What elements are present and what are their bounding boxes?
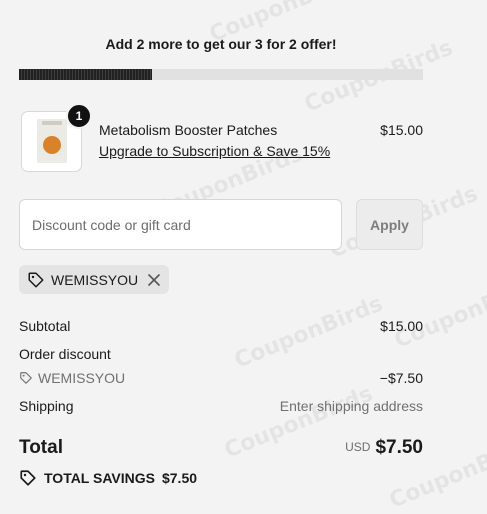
product-name: Metabolism Booster Patches [99, 122, 278, 138]
total-savings-value: $7.50 [161, 470, 198, 486]
total-amount: $7.50 [375, 437, 423, 458]
order-discount-value: −$7.50 [379, 370, 423, 386]
order-discount-code-text: WEMISSYOU [38, 370, 126, 386]
subtotal-value: $15.00 [380, 318, 423, 334]
order-discount-label: Order discount [19, 346, 111, 362]
applied-discount-code: WEMISSYOU [51, 271, 139, 288]
apply-button[interactable]: Apply [356, 199, 423, 250]
quantity-badge: 1 [66, 103, 92, 129]
offer-banner: Add 2 more to get our 3 for 2 offer! [105, 36, 337, 52]
currency-code: USD [345, 440, 371, 454]
shipping-value: Enter shipping address [279, 398, 423, 414]
watermark: CouponBirds [391, 271, 487, 354]
total-label: Total [19, 437, 63, 458]
tag-icon [19, 371, 33, 385]
order-discount-row: WEMISSYOU −$7.50 [19, 370, 423, 386]
total-row: Total USD $7.50 [19, 437, 423, 459]
total-savings-row: TOTAL SAVINGS $7.50 [19, 469, 423, 487]
discount-code-input[interactable] [19, 199, 342, 250]
shipping-label: Shipping [19, 398, 74, 414]
applied-discount-chip: WEMISSYOU [19, 265, 170, 294]
subtotal-row: Subtotal $15.00 [19, 318, 423, 334]
product-price: $15.00 [380, 122, 423, 138]
offer-progress-bar [19, 69, 423, 80]
remove-discount-close-icon[interactable] [148, 273, 160, 286]
offer-progress-fill [19, 69, 153, 80]
patch-pack-image [37, 119, 67, 163]
savings-tag-icon [19, 469, 37, 487]
order-discount-code: WEMISSYOU [19, 370, 423, 386]
shipping-row: Shipping Enter shipping address [19, 398, 423, 414]
total-savings-label: TOTAL SAVINGS [44, 470, 155, 486]
subtotal-label: Subtotal [19, 318, 71, 334]
tag-icon [27, 271, 45, 289]
upgrade-subscription-link[interactable]: Upgrade to Subscription & Save 15% [99, 143, 330, 159]
